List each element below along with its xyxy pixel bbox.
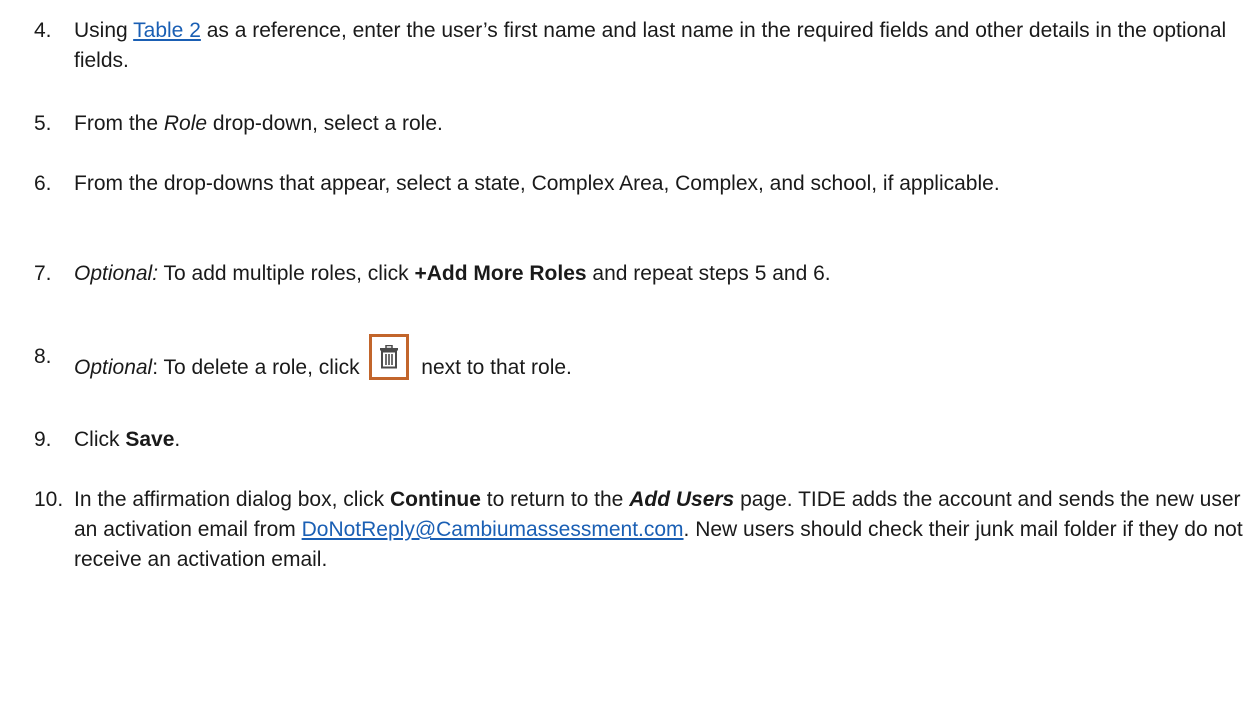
save-term: Save xyxy=(125,428,175,451)
add-users-term: Add Users xyxy=(629,488,735,511)
step-number: 7. xyxy=(34,262,52,285)
step-7: 7. Optional: To add multiple roles, clic… xyxy=(34,259,1246,289)
donotreply-email-link[interactable]: DoNotReply@Cambiumassessment.com xyxy=(302,518,684,541)
step-number: 9. xyxy=(34,428,52,451)
add-more-roles-term: +Add More Roles xyxy=(414,262,587,285)
step-text: From the drop-downs that appear, select … xyxy=(74,172,1000,195)
step-number: 4. xyxy=(34,19,52,42)
step-text: From the Role drop-down, select a role. xyxy=(74,112,443,135)
step-10: 10. In the affirmation dialog box, click… xyxy=(34,485,1246,575)
trash-icon xyxy=(369,334,410,380)
continue-term: Continue xyxy=(389,488,481,511)
step-5: 5. From the Role drop-down, select a rol… xyxy=(34,109,1246,139)
step-number: 5. xyxy=(34,112,52,135)
table-2-link[interactable]: Table 2 xyxy=(133,19,201,42)
step-text: Using Table 2 as a reference, enter the … xyxy=(74,19,1227,72)
step-text: Optional: To add multiple roles, click +… xyxy=(74,262,831,285)
step-8: 8. Optional: To delete a role, click nex… xyxy=(34,334,1246,391)
step-text: Optional: To delete a role, click next t… xyxy=(74,334,1246,391)
step-text: Click Save. xyxy=(74,428,181,451)
role-term: Role xyxy=(163,112,208,135)
document-page: 4. Using Table 2 as a reference, enter t… xyxy=(0,0,1256,707)
step-text: In the affirmation dialog box, click Con… xyxy=(74,488,1243,571)
step-number: 6. xyxy=(34,172,52,195)
step-4: 4. Using Table 2 as a reference, enter t… xyxy=(34,16,1246,76)
step-6: 6. From the drop-downs that appear, sele… xyxy=(34,169,1246,199)
step-number: 8. xyxy=(34,345,52,368)
step-9: 9. Click Save. xyxy=(34,425,1246,455)
step-number: 10. xyxy=(34,488,64,511)
